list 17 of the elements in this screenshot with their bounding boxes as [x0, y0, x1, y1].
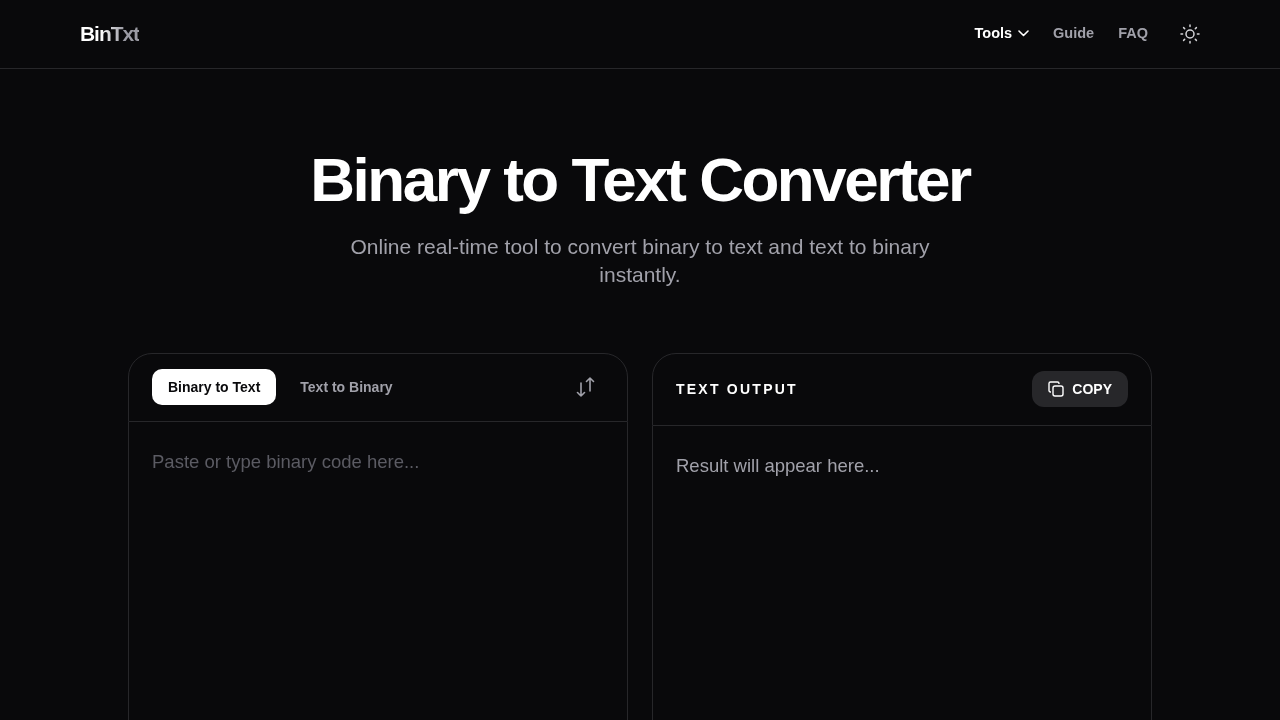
swap-button[interactable]	[576, 377, 595, 397]
swap-arrows-icon	[576, 377, 595, 397]
output-heading: TEXT OUTPUT	[676, 379, 798, 399]
mode-tab[interactable]: Binary to Text	[152, 369, 277, 405]
binary-input-field[interactable]: Paste or type binary code here...	[128, 422, 628, 720]
nav-link[interactable]: Tools	[974, 25, 1030, 43]
theme-toggle-button[interactable]	[1180, 24, 1200, 44]
chevron-down-icon	[1018, 30, 1030, 38]
copy-icon	[1048, 381, 1065, 397]
text-output-field[interactable]: Result will appear here...	[652, 426, 1152, 720]
copy-button[interactable]: COPY	[1032, 371, 1128, 407]
sun-icon	[1180, 24, 1200, 44]
page-subtitle: Online real-time tool to convert binary to text and text to binary instantly.	[349, 234, 931, 288]
nav-link[interactable]: FAQ	[1118, 25, 1148, 43]
page-title: Binary to Text Converter	[310, 147, 970, 213]
mode-tab[interactable]: Text to Binary	[284, 369, 409, 405]
nav-link[interactable]: Guide	[1053, 25, 1095, 43]
